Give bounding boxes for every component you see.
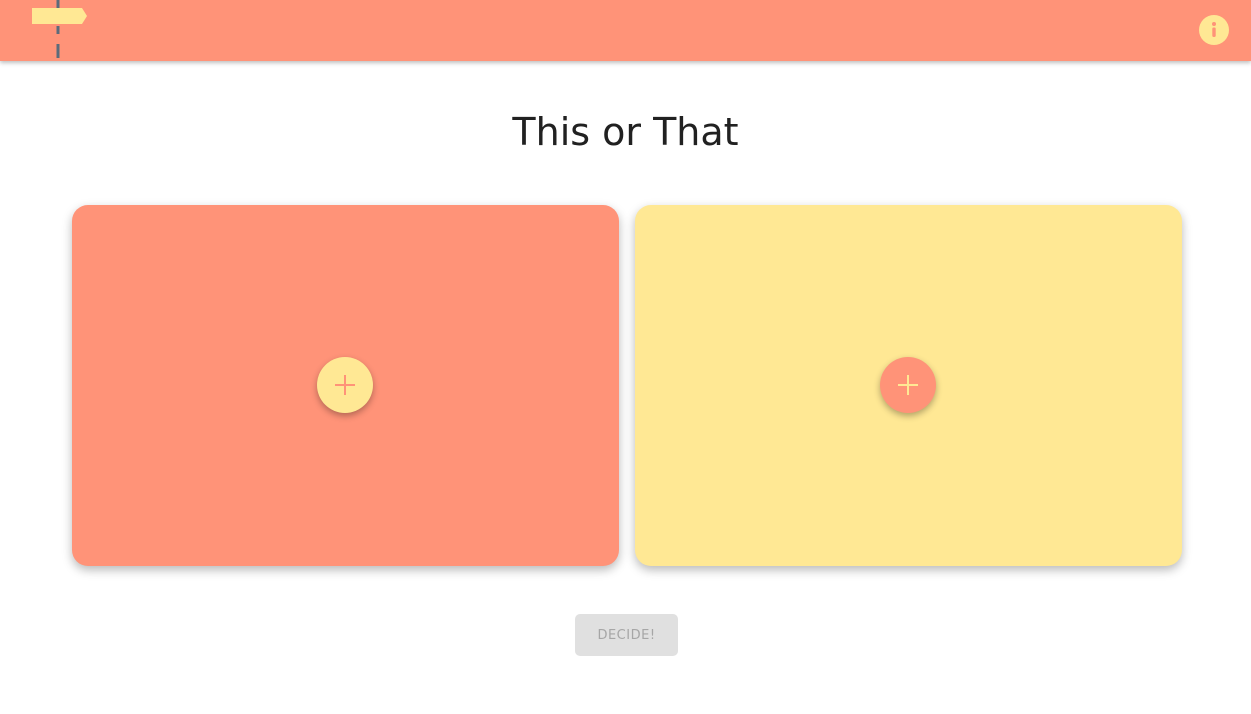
signpost-icon (28, 0, 90, 61)
top-app-bar (0, 0, 1251, 61)
decide-button[interactable]: DECIDE! (575, 614, 678, 656)
plus-icon (335, 375, 355, 395)
this-option-card[interactable] (72, 205, 619, 566)
that-option-card[interactable] (635, 205, 1182, 566)
plus-icon (898, 375, 918, 395)
info-icon (1212, 22, 1216, 37)
add-this-option-button[interactable] (317, 357, 373, 413)
info-button[interactable] (1199, 15, 1229, 45)
add-that-option-button[interactable] (880, 357, 936, 413)
page-title: This or That (512, 110, 739, 154)
